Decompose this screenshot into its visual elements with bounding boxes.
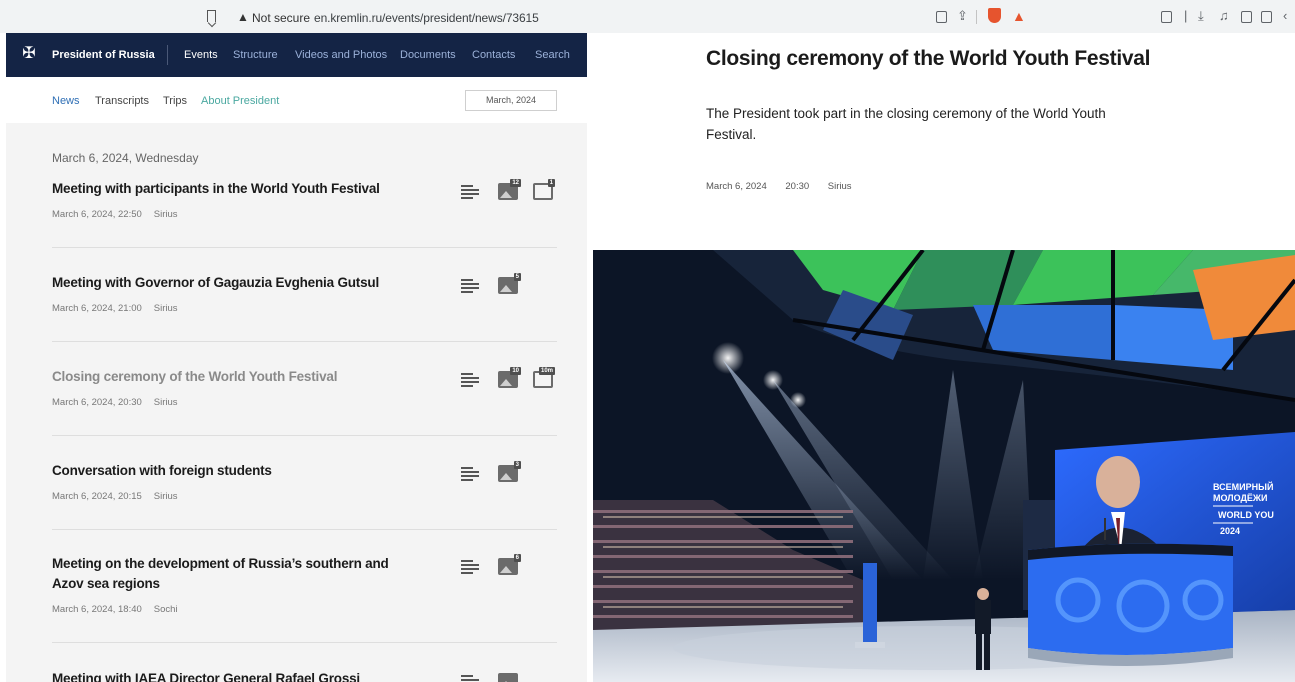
screen-text-2: МОЛОДЁЖИ — [1213, 493, 1268, 503]
media-icon[interactable]: ♫ — [1219, 8, 1229, 23]
arena-illustration: ВСЕМИРНЫЙ МОЛОДЁЖИ WORLD YOU 2024 — [593, 250, 1295, 682]
wallet-icon[interactable] — [1261, 11, 1272, 23]
brave-rewards-icon[interactable]: ▲ — [1012, 8, 1026, 24]
news-place: Sirius — [153, 397, 178, 408]
transcript-icon[interactable] — [461, 185, 479, 199]
video-icon[interactable]: 10m — [533, 367, 555, 388]
site-brand[interactable]: President of Russia — [52, 49, 155, 61]
photo-gallery-icon[interactable]: 6 — [498, 554, 521, 575]
date-filter[interactable]: March, 2024 — [465, 90, 557, 111]
news-place: Sirius — [153, 491, 178, 502]
transcript-icon[interactable] — [461, 373, 479, 387]
article-lead: The President took part in the closing c… — [706, 106, 1106, 142]
nav-videos-photos[interactable]: Videos and Photos — [295, 49, 387, 61]
photo-count: 12 — [510, 179, 521, 187]
news-date: March 6, 2024, 22:50 — [52, 209, 142, 220]
news-meta: March 6, 2024, 21:00 Sirius — [52, 303, 178, 314]
sidebar-icon[interactable] — [1241, 11, 1252, 23]
photo-count: 5 — [513, 273, 521, 281]
screen-text-4: 2024 — [1220, 526, 1240, 536]
list-divider — [52, 341, 557, 342]
brave-shields-icon[interactable] — [988, 8, 1001, 23]
news-place: Sirius — [153, 303, 178, 314]
list-divider — [52, 435, 557, 436]
photo-gallery-icon[interactable]: 3 — [498, 461, 521, 482]
reader-mode-icon[interactable] — [936, 11, 947, 23]
share-icon[interactable]: ⇪ — [957, 8, 968, 24]
nav-divider — [167, 45, 168, 65]
news-meta: March 6, 2024, 20:15 Sirius — [52, 491, 178, 502]
nav-contacts[interactable]: Contacts — [472, 49, 515, 61]
news-date: March 6, 2024, 18:40 — [52, 604, 142, 615]
toolbar-separator: | — [1184, 8, 1188, 23]
article-time: 20:30 — [785, 181, 810, 192]
transcript-icon[interactable] — [461, 467, 479, 481]
subnav-about-president[interactable]: About President — [201, 95, 279, 107]
security-label[interactable]: Not secure — [252, 11, 310, 25]
list-divider — [52, 529, 557, 530]
tab-search-icon[interactable] — [1161, 11, 1172, 23]
subnav-trips[interactable]: Trips — [163, 95, 187, 107]
news-title[interactable]: Conversation with foreign students — [52, 461, 422, 481]
list-divider — [52, 247, 557, 248]
photo-count: 6 — [513, 554, 521, 562]
subnav-transcripts[interactable]: Transcripts — [95, 95, 149, 107]
article-title: Closing ceremony of the World Youth Fest… — [706, 47, 1151, 70]
transcript-icon[interactable] — [461, 675, 479, 682]
bookmark-icon[interactable] — [207, 10, 216, 22]
toolbar-divider — [976, 10, 977, 24]
video-count: 1 — [547, 179, 555, 187]
screen-text-3: WORLD YOU — [1218, 510, 1274, 520]
news-title[interactable]: Closing ceremony of the World Youth Fest… — [52, 367, 422, 387]
transcript-icon[interactable] — [461, 560, 479, 574]
nav-events[interactable]: Events — [184, 49, 218, 61]
browser-toolbar: ▲ Not secure en.kremlin.ru/events/presid… — [0, 0, 1295, 33]
news-meta: March 6, 2024, 18:40 Sochi — [52, 604, 178, 615]
address-bar[interactable]: en.kremlin.ru/events/president/news/7361… — [314, 11, 539, 25]
photo-count: 3 — [513, 461, 521, 469]
video-icon[interactable]: 1 — [533, 179, 555, 200]
article-meta: March 6, 2024 20:30 Sirius — [706, 181, 868, 192]
news-meta: March 6, 2024, 22:50 Sirius — [52, 209, 178, 220]
news-date: March 6, 2024, 20:15 — [52, 491, 142, 502]
news-list-pane: ✠ President of Russia Events Structure V… — [6, 33, 587, 682]
news-place: Sirius — [153, 209, 178, 220]
nav-documents[interactable]: Documents — [400, 49, 456, 61]
eagle-emblem-icon[interactable]: ✠ — [20, 45, 38, 63]
site-header: ✠ President of Russia Events Structure V… — [6, 33, 587, 77]
photo-gallery-icon[interactable]: 12 — [498, 179, 521, 200]
video-count: 10m — [538, 367, 555, 375]
news-date: March 6, 2024, 21:00 — [52, 303, 142, 314]
download-icon[interactable]: ⤓ — [1198, 8, 1204, 24]
article-pane: Closing ceremony of the World Youth Fest… — [593, 33, 1295, 682]
photo-count: 10 — [510, 367, 521, 375]
transcript-icon[interactable] — [461, 279, 479, 293]
article-date: March 6, 2024 — [706, 181, 767, 192]
back-arrow-icon[interactable]: ‹ — [1283, 8, 1287, 23]
news-title[interactable]: Meeting with IAEA Director General Rafae… — [52, 669, 422, 682]
screen-text-1: ВСЕМИРНЫЙ — [1213, 481, 1273, 492]
photo-gallery-icon[interactable]: 5 — [498, 273, 521, 294]
section-subnav: News Transcripts Trips About President M… — [6, 77, 587, 123]
photo-gallery-icon[interactable] — [498, 673, 518, 682]
nav-structure[interactable]: Structure — [233, 49, 278, 61]
article-photo[interactable]: ВСЕМИРНЫЙ МОЛОДЁЖИ WORLD YOU 2024 — [593, 250, 1295, 682]
news-place: Sochi — [153, 604, 178, 615]
article-place[interactable]: Sirius — [828, 181, 852, 192]
day-heading: March 6, 2024, Wednesday — [52, 151, 199, 165]
news-date: March 6, 2024, 20:30 — [52, 397, 142, 408]
list-divider — [52, 642, 557, 643]
news-title[interactable]: Meeting with participants in the World Y… — [52, 179, 422, 199]
news-meta: March 6, 2024, 20:30 Sirius — [52, 397, 178, 408]
subnav-news[interactable]: News — [52, 95, 80, 107]
photo-gallery-icon[interactable]: 10 — [498, 367, 521, 388]
warning-icon: ▲ — [237, 10, 249, 24]
news-title[interactable]: Meeting with Governor of Gagauzia Evghen… — [52, 273, 422, 293]
nav-search[interactable]: Search — [535, 49, 570, 61]
news-title[interactable]: Meeting on the development of Russia’s s… — [52, 554, 422, 594]
